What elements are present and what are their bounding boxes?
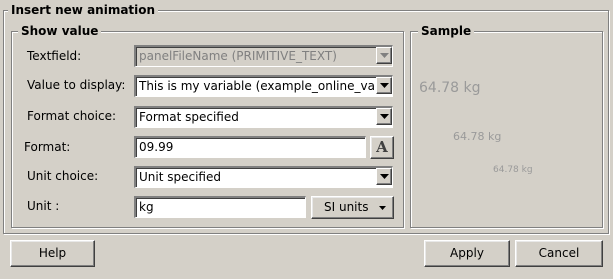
- format-label: Format:: [24, 140, 71, 154]
- font-icon: A: [376, 138, 388, 156]
- dialog-title: Insert new animation: [8, 3, 159, 17]
- textfield-value: panelFileName (PRIMITIVE_TEXT): [139, 49, 337, 63]
- format-choice-label: Format choice:: [27, 109, 117, 123]
- sample-title: Sample: [418, 24, 475, 38]
- chevron-down-icon: [380, 114, 389, 119]
- format-choice-dropdown-button[interactable]: [376, 108, 392, 125]
- apply-button[interactable]: Apply: [424, 240, 510, 267]
- value-to-display-dropdown-button[interactable]: [376, 77, 392, 94]
- font-button[interactable]: A: [370, 136, 394, 159]
- unit-label: Unit :: [27, 199, 60, 213]
- unit-input[interactable]: kg: [134, 196, 306, 218]
- format-choice-select[interactable]: Format specified: [134, 106, 393, 128]
- cancel-button-label: Cancel: [538, 246, 580, 260]
- value-to-display-label: Value to display:: [27, 78, 126, 92]
- chevron-down-icon: [380, 174, 389, 179]
- format-choice-value: Format specified: [139, 110, 239, 124]
- textfield-label: Textfield:: [27, 49, 82, 63]
- unit-choice-dropdown-button[interactable]: [376, 168, 392, 185]
- sample-small: 64.78 kg: [493, 165, 533, 175]
- textfield-dropdown-button[interactable]: [376, 47, 392, 64]
- chevron-down-icon: [380, 53, 389, 58]
- apply-button-label: Apply: [450, 246, 484, 260]
- format-input[interactable]: 09.99: [134, 136, 366, 158]
- show-value-title: Show value: [18, 24, 102, 38]
- sample-medium: 64.78 kg: [453, 130, 502, 143]
- format-input-value: 09.99: [139, 140, 174, 154]
- si-units-label: SI units: [324, 200, 369, 214]
- textfield-select[interactable]: panelFileName (PRIMITIVE_TEXT): [134, 45, 393, 67]
- unit-choice-label: Unit choice:: [27, 169, 99, 183]
- unit-choice-select[interactable]: Unit specified: [134, 166, 393, 188]
- sample-large: 64.78 kg: [419, 80, 481, 96]
- help-button-label: Help: [38, 246, 67, 260]
- help-button[interactable]: Help: [10, 240, 95, 267]
- unit-input-value: kg: [139, 200, 154, 214]
- si-units-button[interactable]: SI units: [311, 196, 394, 219]
- sample-groupbox: [410, 31, 603, 228]
- chevron-down-icon: [380, 83, 389, 88]
- cancel-button[interactable]: Cancel: [515, 240, 603, 267]
- value-to-display-value: This is my variable (example_online_valu…: [139, 79, 374, 93]
- chevron-down-icon: [379, 206, 386, 210]
- unit-choice-value: Unit specified: [139, 170, 221, 184]
- value-to-display-select[interactable]: This is my variable (example_online_valu…: [134, 75, 393, 97]
